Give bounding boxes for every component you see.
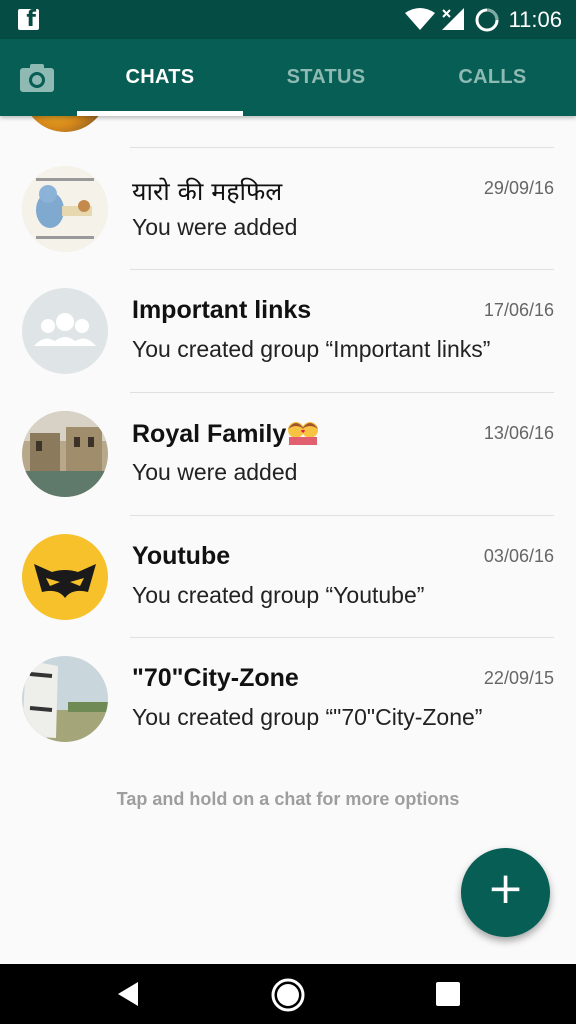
chat-date: 13/06/16: [483, 423, 554, 443]
group-icon: [34, 313, 96, 346]
chat-date: 22/09/15: [483, 668, 554, 688]
avatar: [22, 534, 108, 620]
tab-label: CHATS: [125, 66, 195, 88]
mask-icon: [34, 564, 96, 598]
group-avatar: [22, 288, 108, 374]
signal-icon: [442, 8, 464, 30]
tab-label: STATUS: [286, 66, 366, 88]
avatar: [22, 656, 108, 742]
chat-row[interactable]: Important links 17/06/16 You created gro…: [0, 270, 576, 392]
chat-date: 29/09/16: [483, 178, 554, 198]
avatar: [22, 166, 108, 252]
tab-label: CALLS: [458, 66, 527, 88]
chat-name: Youtube: [132, 542, 231, 570]
camera-icon[interactable]: [19, 63, 55, 93]
chat-row[interactable]: यारो की महफिल 29/09/16 You were added: [0, 148, 576, 270]
chat-date: 03/06/16: [483, 546, 554, 566]
wifi-icon: [405, 8, 435, 30]
chat-last-message: You created group “"70"City-Zone”: [132, 704, 483, 730]
couple-emoji-icon: [287, 419, 319, 445]
chat-name: Important links: [132, 296, 312, 324]
chat-last-message: You created group “Youtube”: [132, 582, 425, 608]
chat-last-message: You created group “Important links”: [132, 336, 491, 362]
clock: 11:06: [508, 7, 562, 32]
new-chat-button[interactable]: +: [461, 848, 550, 937]
chat-name: Royal Family: [132, 419, 319, 449]
chat-name: यारो की महफिल: [132, 177, 283, 206]
active-tab-indicator: [77, 111, 243, 116]
tab-calls[interactable]: CALLS: [409, 39, 576, 116]
navigation-bar: [0, 964, 576, 1024]
tab-status[interactable]: STATUS: [243, 39, 409, 116]
chat-last-message: You were added: [132, 214, 298, 240]
chat-name: "70"City-Zone: [132, 664, 299, 692]
facebook-icon: f: [18, 7, 39, 32]
status-bar: f 11:06: [0, 0, 576, 39]
chat-name-text: Royal Family: [132, 420, 287, 448]
chat-row[interactable]: Youtube 03/06/16 You created group “Yout…: [0, 516, 576, 638]
back-icon[interactable]: [114, 980, 142, 1008]
plus-icon: +: [487, 863, 524, 914]
battery-icon: [475, 8, 499, 32]
chat-date: 17/06/16: [483, 300, 554, 320]
hint-text: Tap and hold on a chat for more options: [116, 789, 460, 809]
app-bar: CHATS STATUS CALLS: [0, 39, 576, 116]
avatar: [22, 411, 108, 497]
chat-row[interactable]: "70"City-Zone 22/09/15 You created group…: [0, 638, 576, 760]
chat-last-message: You were added: [132, 459, 298, 485]
home-icon[interactable]: [269, 976, 307, 1014]
chat-row[interactable]: Royal Family 13/06/16 You were added: [0, 393, 576, 515]
recents-icon[interactable]: [435, 981, 461, 1007]
tab-chats[interactable]: CHATS: [77, 39, 243, 116]
